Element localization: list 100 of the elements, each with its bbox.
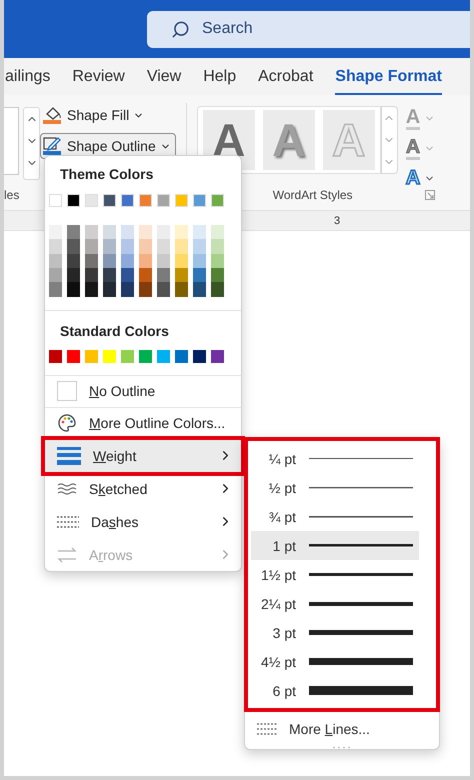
weight-option[interactable]: 2¼ pt [251, 589, 419, 618]
color-swatch[interactable] [157, 268, 170, 282]
color-swatch[interactable] [211, 282, 224, 297]
color-swatch[interactable] [211, 268, 224, 282]
color-swatch[interactable] [49, 282, 62, 297]
weight-option[interactable]: 1 pt [251, 531, 419, 560]
color-swatch[interactable] [157, 254, 170, 268]
color-swatch[interactable] [157, 239, 170, 254]
ribbon-tab[interactable]: Review [72, 58, 125, 95]
color-swatch[interactable] [85, 239, 98, 254]
color-swatch[interactable] [193, 282, 206, 297]
color-swatch[interactable] [157, 282, 170, 297]
color-swatch[interactable] [67, 282, 80, 297]
menu-heading: Theme Colors [59, 165, 154, 184]
color-swatch[interactable] [49, 254, 62, 268]
color-swatch[interactable] [211, 350, 224, 363]
resize-grip-icon[interactable] [332, 746, 352, 749]
color-swatch[interactable] [67, 254, 80, 268]
color-swatch[interactable] [67, 224, 80, 240]
color-swatch[interactable] [157, 224, 170, 240]
menu-item[interactable]: No Outline [45, 376, 241, 407]
color-swatch[interactable] [121, 239, 134, 254]
color-swatch[interactable] [211, 239, 224, 254]
color-swatch[interactable] [67, 268, 80, 282]
menu-item[interactable]: Sketched [45, 472, 241, 506]
color-swatch[interactable] [139, 194, 152, 207]
color-swatch[interactable] [103, 224, 116, 240]
color-swatch[interactable] [49, 350, 62, 363]
weight-option[interactable]: 6 pt [251, 676, 419, 705]
color-swatch[interactable] [193, 350, 206, 363]
color-swatch[interactable] [85, 194, 98, 207]
color-swatch[interactable] [175, 224, 188, 240]
color-swatch[interactable] [103, 350, 116, 363]
color-swatch[interactable] [103, 268, 116, 282]
color-swatch[interactable] [157, 194, 170, 207]
color-swatch[interactable] [85, 224, 98, 240]
color-swatch[interactable] [49, 268, 62, 282]
color-swatch[interactable] [103, 254, 116, 268]
group-label: les [4, 187, 20, 204]
weight-option[interactable]: ¼ pt [251, 444, 419, 473]
color-swatch[interactable] [85, 254, 98, 268]
color-swatch[interactable] [121, 282, 134, 297]
color-swatch[interactable] [49, 224, 62, 240]
color-swatch[interactable] [49, 194, 62, 207]
color-swatch[interactable] [175, 268, 188, 282]
menu-item[interactable]: Dashes [45, 505, 241, 538]
color-swatch[interactable] [211, 254, 224, 268]
more-lines-item[interactable]: More Lines... [251, 714, 433, 744]
menu-item[interactable]: More Outline Colors... [45, 408, 241, 439]
color-swatch[interactable] [193, 239, 206, 254]
line-weight-icon [57, 446, 81, 466]
ribbon-tab[interactable]: Acrobat [258, 58, 314, 95]
color-swatch[interactable] [121, 254, 134, 268]
color-swatch[interactable] [175, 350, 188, 363]
color-swatch[interactable] [193, 268, 206, 282]
weight-option[interactable]: 4½ pt [251, 647, 419, 676]
color-swatch[interactable] [139, 224, 152, 240]
weight-option[interactable]: ¾ pt [251, 502, 419, 531]
ribbon-tab[interactable]: Help [203, 58, 236, 95]
weight-option[interactable]: 3 pt [251, 618, 419, 647]
color-swatch[interactable] [175, 194, 188, 207]
color-swatch[interactable] [103, 194, 116, 207]
color-swatch[interactable] [85, 268, 98, 282]
color-swatch[interactable] [67, 239, 80, 254]
color-swatch[interactable] [85, 350, 98, 363]
color-swatch[interactable] [139, 282, 152, 297]
color-swatch[interactable] [139, 268, 152, 282]
color-swatch[interactable] [49, 239, 62, 254]
color-swatch[interactable] [121, 350, 134, 363]
color-swatch[interactable] [211, 224, 224, 240]
color-swatch[interactable] [211, 194, 224, 207]
color-swatch[interactable] [103, 282, 116, 297]
color-swatch[interactable] [175, 239, 188, 254]
color-swatch[interactable] [175, 282, 188, 297]
color-swatch[interactable] [121, 268, 134, 282]
color-swatch[interactable] [139, 239, 152, 254]
dashed-line-icon [257, 722, 277, 736]
color-swatch[interactable] [193, 194, 206, 207]
ribbon-tab[interactable]: View [146, 58, 182, 95]
search-field[interactable]: Search [147, 10, 470, 48]
color-swatch[interactable] [85, 282, 98, 297]
weight-option[interactable]: ½ pt [251, 473, 419, 502]
ribbon-tab[interactable]: ailings [5, 58, 50, 95]
weight-option[interactable]: 1½ pt [251, 560, 419, 589]
color-swatch[interactable] [157, 350, 170, 363]
dialog-launcher-icon[interactable] [424, 190, 435, 200]
color-swatch[interactable] [67, 194, 80, 207]
color-swatch[interactable] [139, 254, 152, 268]
menu-item[interactable]: Weight [45, 440, 241, 472]
color-swatch[interactable] [121, 194, 134, 207]
ruler-number: 3 [334, 214, 340, 226]
color-swatch[interactable] [121, 224, 134, 240]
color-swatch[interactable] [67, 350, 80, 363]
shape-fill-button[interactable]: Shape Fill [40, 102, 176, 128]
color-swatch[interactable] [103, 239, 116, 254]
color-swatch[interactable] [193, 224, 206, 240]
search-icon [171, 20, 190, 38]
color-swatch[interactable] [139, 350, 152, 363]
color-swatch[interactable] [175, 254, 188, 268]
color-swatch[interactable] [193, 254, 206, 268]
